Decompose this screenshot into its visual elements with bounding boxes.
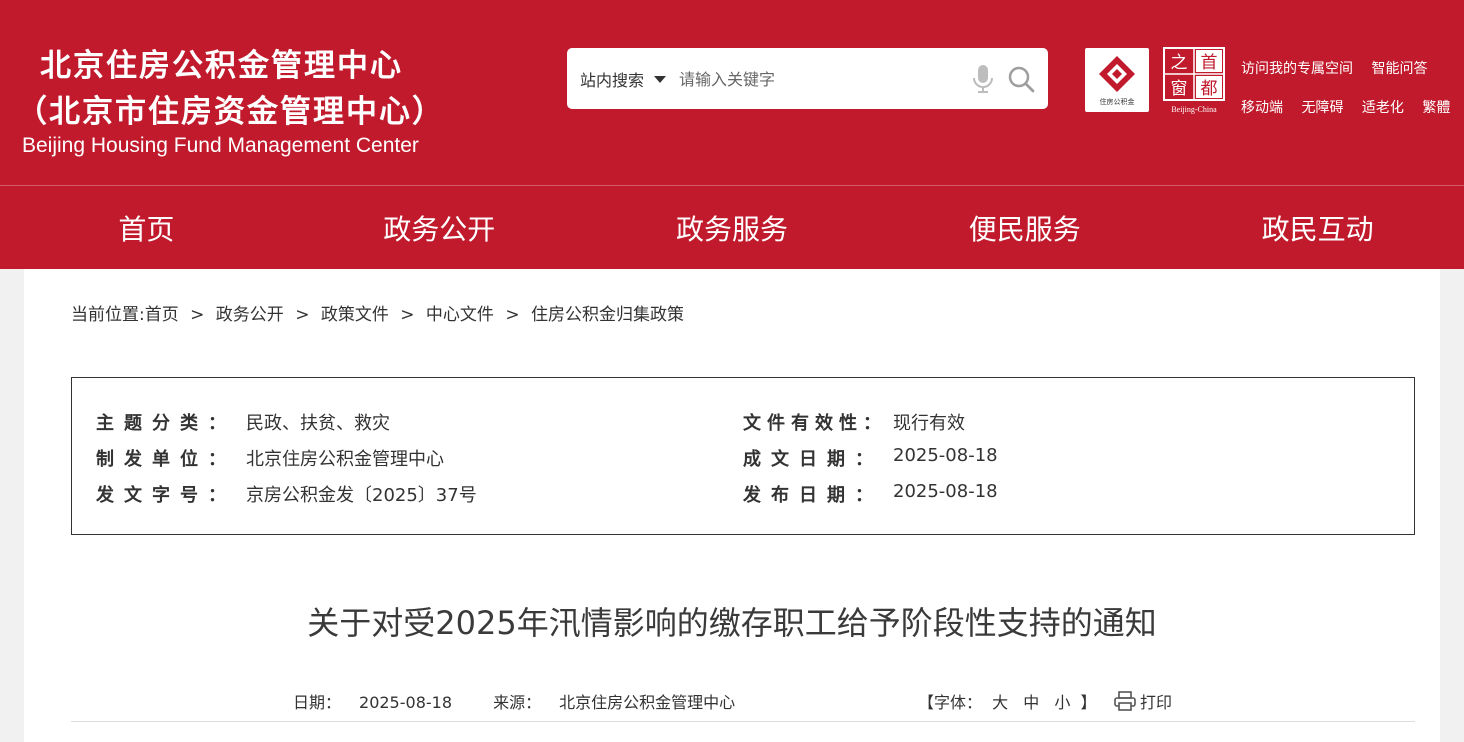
font-size-label: 【字体：	[918, 693, 983, 712]
housing-fund-logo[interactable]: 住房公积金	[1085, 48, 1149, 112]
meta-value: 2025-08-18	[893, 445, 998, 466]
site-title-en[interactable]: Beijing Housing Fund Management Center	[22, 134, 419, 158]
article-source: 来源： 北京住房公积金管理中心	[493, 693, 736, 712]
breadcrumb: 当前位置:首页 > 政务公开 > 政策文件 > 中心文件 > 住房公积金归集政策	[71, 300, 684, 325]
meta-value: 民政、扶贫、救灾	[246, 413, 390, 434]
breadcrumb-separator: >	[295, 305, 310, 325]
meta-value: 京房公积金发〔2025〕37号	[246, 485, 477, 506]
breadcrumb-separator: >	[505, 305, 520, 325]
search-input[interactable]	[679, 62, 959, 96]
main-nav: 首页 政务公开 政务服务 便民服务 政民互动	[0, 185, 1464, 269]
capital-window-logo-caption: Beijing-China	[1171, 105, 1217, 114]
housing-fund-logo-caption: 住房公积金	[1099, 98, 1135, 106]
breadcrumb-policy-documents[interactable]: 政策文件	[321, 305, 389, 325]
meta-written-date: 成文日期： 2025-08-18	[743, 445, 998, 471]
nav-item-home[interactable]: 首页	[0, 186, 293, 269]
nav-item-interaction[interactable]: 政民互动	[1171, 186, 1464, 269]
site-title-cn[interactable]: 北京住房公积金管理中心	[40, 40, 403, 85]
capital-window-emblem-icon: 之 首 窗 都	[1163, 47, 1225, 101]
microphone-icon[interactable]	[971, 64, 995, 94]
link-mobile[interactable]: 移动端	[1241, 100, 1283, 116]
link-elderly-mode[interactable]: 适老化	[1362, 100, 1404, 116]
font-size-control: 【字体： 大 中 小 】	[918, 689, 1096, 713]
breadcrumb-center-documents[interactable]: 中心文件	[426, 305, 494, 325]
meta-label: 文件有效性：	[743, 413, 887, 434]
search-icon[interactable]	[1007, 65, 1035, 93]
breadcrumb-government-affairs[interactable]: 政务公开	[216, 305, 284, 325]
meta-validity: 文件有效性： 现行有效	[743, 409, 965, 435]
breadcrumb-prefix: 当前位置:	[71, 305, 145, 325]
nav-item-public-services[interactable]: 便民服务	[878, 186, 1171, 269]
nav-item-government-services[interactable]: 政务服务	[586, 186, 879, 269]
breadcrumb-separator: >	[190, 305, 205, 325]
meta-document-number: 发文字号： 京房公积金发〔2025〕37号	[96, 481, 477, 507]
svg-text:都: 都	[1201, 79, 1218, 99]
search-box: 站内搜索	[567, 48, 1048, 109]
font-size-end: 】	[1080, 693, 1097, 712]
meta-value: 现行有效	[893, 413, 965, 434]
article-title: 关于对受2025年汛情影响的缴存职工给予阶段性支持的通知	[307, 604, 1157, 642]
breadcrumb-collection-policy[interactable]: 住房公积金归集政策	[531, 305, 684, 325]
meta-label: 主题分类：	[96, 413, 236, 434]
svg-text:首: 首	[1201, 53, 1218, 73]
svg-text:窗: 窗	[1171, 79, 1188, 99]
link-accessibility[interactable]: 无障碍	[1301, 100, 1343, 116]
font-size-small-button[interactable]: 小	[1054, 693, 1070, 712]
printer-icon	[1114, 691, 1136, 711]
utility-links-row1: 访问我的专属空间 智能问答	[1241, 58, 1427, 78]
print-label: 打印	[1140, 693, 1173, 712]
meta-publish-date: 发布日期： 2025-08-18	[743, 481, 998, 507]
meta-label: 制发单位：	[96, 449, 236, 470]
caret-down-icon	[654, 75, 667, 83]
search-scope-label: 站内搜索	[580, 71, 645, 90]
font-size-large-button[interactable]: 大	[992, 693, 1008, 712]
breadcrumb-separator: >	[400, 305, 415, 325]
font-size-medium-button[interactable]: 中	[1023, 693, 1039, 712]
document-metadata-box: 主题分类： 民政、扶贫、救灾 制发单位： 北京住房公积金管理中心 发文字号： 京…	[71, 377, 1415, 535]
breadcrumb-home[interactable]: 首页	[145, 305, 179, 325]
article-date: 日期： 2025-08-18	[293, 693, 452, 712]
link-smart-qa[interactable]: 智能问答	[1371, 61, 1427, 77]
meta-value: 北京住房公积金管理中心	[246, 449, 444, 470]
article-info-bar: 日期： 2025-08-18 来源： 北京住房公积金管理中心	[293, 689, 771, 713]
page-gutter-left	[0, 269, 24, 742]
meta-issuing-unit: 制发单位： 北京住房公积金管理中心	[96, 445, 444, 471]
info-divider	[71, 721, 1415, 722]
search-scope-dropdown[interactable]: 站内搜索	[580, 67, 667, 91]
meta-value: 2025-08-18	[893, 481, 998, 502]
site-header: 北京住房公积金管理中心 （北京市住房资金管理中心） Beijing Housin…	[0, 0, 1464, 185]
link-my-space[interactable]: 访问我的专属空间	[1241, 61, 1353, 77]
site-subtitle-cn[interactable]: （北京市住房资金管理中心）	[16, 86, 445, 131]
svg-text:之: 之	[1171, 53, 1188, 73]
print-button[interactable]: 打印	[1114, 689, 1172, 713]
meta-label: 发文字号：	[96, 485, 236, 506]
meta-label: 发布日期：	[743, 485, 883, 506]
meta-topic-category: 主题分类： 民政、扶贫、救灾	[96, 409, 390, 435]
nav-item-government-affairs-disclosure[interactable]: 政务公开	[293, 186, 586, 269]
capital-window-logo[interactable]: 之 首 窗 都 Beijing-China	[1162, 46, 1226, 114]
link-traditional-chinese[interactable]: 繁體	[1422, 100, 1450, 116]
page-gutter-right	[1440, 269, 1464, 742]
meta-label: 成文日期：	[743, 449, 883, 470]
utility-links-row2: 移动端 无障碍 适老化 繁體	[1241, 97, 1450, 117]
